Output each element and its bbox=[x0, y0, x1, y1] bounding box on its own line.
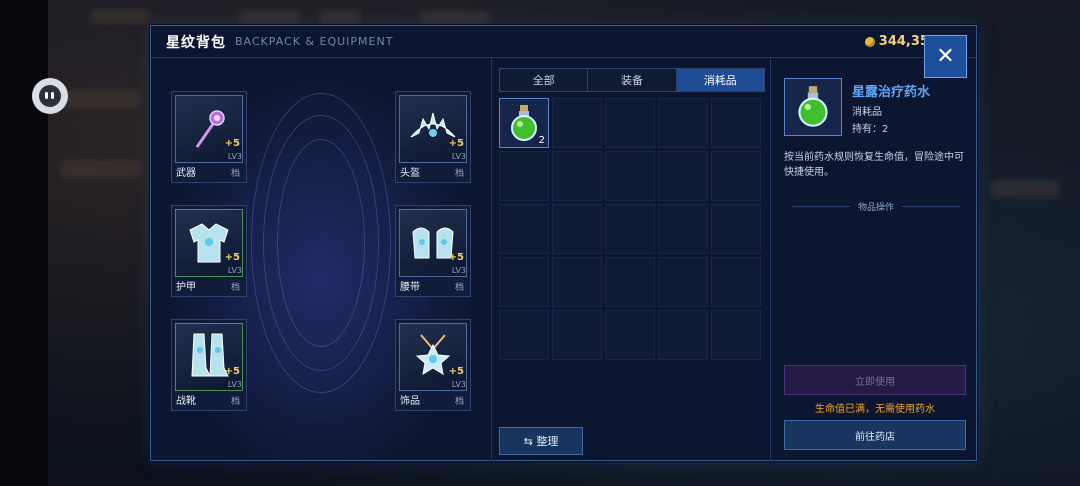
item-quantity: 2 bbox=[538, 135, 545, 146]
item-level: LV3 bbox=[227, 380, 242, 389]
equip-slot-weapon[interactable]: +5 LV3 武器 档 bbox=[171, 91, 247, 183]
inventory-slot-empty[interactable] bbox=[711, 151, 761, 201]
item-owned-count: 持有：2 bbox=[852, 124, 889, 135]
enhance-level: +5 bbox=[224, 138, 240, 149]
panel-header: 星纹背包 BACKPACK & EQUIPMENT 344,358 bbox=[151, 26, 976, 58]
inventory-tabs: 全部 装备 消耗品 bbox=[499, 68, 765, 92]
tab-equipment[interactable]: 装备 bbox=[588, 69, 677, 91]
inventory-slot-empty[interactable] bbox=[499, 151, 549, 201]
enhance-level: +5 bbox=[448, 252, 464, 263]
inventory-slot-empty[interactable] bbox=[552, 151, 602, 201]
enhance-level: +5 bbox=[448, 366, 464, 377]
item-level: LV3 bbox=[451, 266, 466, 275]
slot-label: 护甲 bbox=[176, 282, 196, 293]
slot-tier: 档 bbox=[230, 397, 240, 407]
slot-label: 战靴 bbox=[176, 396, 196, 407]
slot-tier: 档 bbox=[230, 283, 240, 293]
slot-label: 头盔 bbox=[400, 168, 420, 179]
inventory-slot-empty[interactable] bbox=[605, 257, 655, 307]
detail-item-image bbox=[784, 78, 842, 136]
slot-tier: 档 bbox=[454, 169, 464, 179]
inventory-area: 全部 装备 消耗品 2 ⇆ 整理 bbox=[493, 58, 771, 461]
equipment-area: +5 LV3 武器 档 +5 LV3 头盔 档 +5 LV3 护甲 档 +5 L… bbox=[151, 58, 492, 461]
panel-subtitle: BACKPACK & EQUIPMENT bbox=[235, 35, 394, 48]
inventory-slot-empty[interactable] bbox=[499, 310, 549, 360]
character-silhouette bbox=[251, 93, 391, 393]
inventory-slot-empty[interactable] bbox=[658, 204, 708, 254]
hp-full-warning: 生命值已满，无需使用药水 bbox=[815, 404, 935, 415]
inventory-slot-empty[interactable] bbox=[605, 310, 655, 360]
equip-slot-helmet[interactable]: +5 LV3 头盔 档 bbox=[395, 91, 471, 183]
item-level: LV3 bbox=[451, 380, 466, 389]
enhance-level: +5 bbox=[224, 252, 240, 263]
item-type: 消耗品 bbox=[852, 107, 882, 118]
inventory-slot-empty[interactable] bbox=[605, 151, 655, 201]
screen-edge bbox=[0, 0, 48, 486]
enhance-level: +5 bbox=[224, 366, 240, 377]
slot-tier: 档 bbox=[454, 397, 464, 407]
inventory-slot-empty[interactable] bbox=[552, 98, 602, 148]
sort-button[interactable]: ⇆ 整理 bbox=[499, 427, 583, 455]
backpack-panel: 星纹背包 BACKPACK & EQUIPMENT 344,358 ✕ +5 L… bbox=[150, 25, 977, 461]
inventory-slot-empty[interactable] bbox=[658, 257, 708, 307]
assistant-face-icon bbox=[39, 85, 61, 107]
slot-label: 饰品 bbox=[400, 396, 420, 407]
inventory-slot-empty[interactable] bbox=[552, 204, 602, 254]
inventory-slot-empty[interactable] bbox=[711, 204, 761, 254]
inventory-slot-empty[interactable] bbox=[658, 98, 708, 148]
inventory-slot-empty[interactable] bbox=[711, 257, 761, 307]
section-label: 物品操作 bbox=[858, 203, 895, 213]
item-detail-panel: 星露治疗药水 消耗品 持有：2 按当前药水规则恢复生命值，冒险途中可快捷使用。 … bbox=[772, 58, 977, 461]
inventory-slot-empty[interactable] bbox=[711, 98, 761, 148]
equip-slot-armor[interactable]: +5 LV3 护甲 档 bbox=[171, 205, 247, 297]
floating-assistant-button[interactable] bbox=[32, 78, 68, 114]
inventory-slot-empty[interactable] bbox=[711, 310, 761, 360]
panel-title: 星纹背包 bbox=[166, 34, 226, 51]
go-to-shop-button[interactable]: 前往药店 bbox=[784, 420, 966, 450]
inventory-slot-empty[interactable] bbox=[552, 310, 602, 360]
coin-icon bbox=[864, 36, 875, 47]
inventory-slot-empty[interactable] bbox=[552, 257, 602, 307]
inventory-slot-empty[interactable] bbox=[658, 151, 708, 201]
item-level: LV3 bbox=[227, 266, 242, 275]
use-now-button[interactable]: 立即使用 bbox=[784, 365, 966, 395]
inventory-slot-empty[interactable] bbox=[499, 257, 549, 307]
inventory-slot-empty[interactable] bbox=[499, 204, 549, 254]
enhance-level: +5 bbox=[448, 138, 464, 149]
tab-all[interactable]: 全部 bbox=[500, 69, 589, 91]
inventory-slot-potion[interactable]: 2 bbox=[499, 98, 549, 148]
inventory-grid: 2 bbox=[499, 98, 763, 362]
item-level: LV3 bbox=[227, 152, 242, 161]
inventory-slot-empty[interactable] bbox=[605, 204, 655, 254]
item-name: 星露治疗药水 bbox=[852, 85, 931, 100]
inventory-slot-empty[interactable] bbox=[605, 98, 655, 148]
slot-label: 武器 bbox=[176, 168, 196, 179]
tab-consumables[interactable]: 消耗品 bbox=[676, 69, 764, 91]
section-divider: 物品操作 bbox=[792, 200, 961, 213]
equip-slot-boots[interactable]: +5 LV3 战靴 档 bbox=[171, 319, 247, 411]
equip-slot-accessory[interactable]: +5 LV3 饰品 档 bbox=[395, 319, 471, 411]
inventory-slot-empty[interactable] bbox=[658, 310, 708, 360]
item-level: LV3 bbox=[451, 152, 466, 161]
slot-tier: 档 bbox=[454, 283, 464, 293]
slot-tier: 档 bbox=[230, 169, 240, 179]
item-description: 按当前药水规则恢复生命值，冒险途中可快捷使用。 bbox=[784, 152, 964, 178]
slot-label: 腰带 bbox=[400, 282, 420, 293]
green-potion-icon bbox=[798, 86, 828, 127]
equip-slot-belt[interactable]: +5 LV3 腰带 档 bbox=[395, 205, 471, 297]
